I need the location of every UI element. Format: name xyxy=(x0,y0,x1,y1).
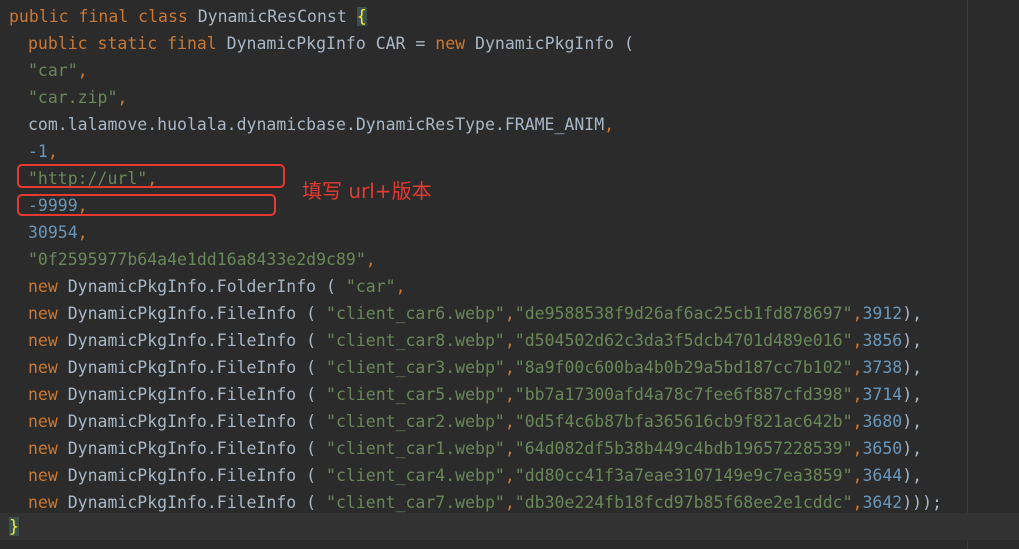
matching-brace-close: } xyxy=(9,517,19,536)
code-line-file-info[interactable]: new DynamicPkgInfo.FileInfo ( "client_ca… xyxy=(28,300,922,327)
current-line-highlight xyxy=(0,513,1019,540)
code-line-class-close[interactable]: } xyxy=(9,513,19,540)
code-line-arg-minus-one[interactable]: -1, xyxy=(28,138,58,165)
code-line-arg-size[interactable]: 30954, xyxy=(28,219,88,246)
code-line-arg-name[interactable]: "car", xyxy=(28,57,88,84)
code-line-file-info[interactable]: new DynamicPkgInfo.FileInfo ( "client_ca… xyxy=(28,354,922,381)
code-line-folder-info[interactable]: new DynamicPkgInfo.FolderInfo ( "car", xyxy=(28,273,406,300)
code-line-file-info[interactable]: new DynamicPkgInfo.FileInfo ( "client_ca… xyxy=(28,489,942,516)
code-line-file-info[interactable]: new DynamicPkgInfo.FileInfo ( "client_ca… xyxy=(28,462,922,489)
code-line-file-info[interactable]: new DynamicPkgInfo.FileInfo ( "client_ca… xyxy=(28,381,922,408)
code-line-arg-type[interactable]: com.lalamove.huolala.dynamicbase.Dynamic… xyxy=(28,111,614,138)
matching-brace-open: { xyxy=(356,7,367,26)
code-line-class-declaration[interactable]: public final class DynamicResConst { xyxy=(9,3,367,30)
url-highlight-box xyxy=(17,164,285,188)
code-line-arg-md5[interactable]: "0f2595977b64a4e1dd16a8433e2d9c89", xyxy=(28,246,376,273)
code-line-file-info[interactable]: new DynamicPkgInfo.FileInfo ( "client_ca… xyxy=(28,435,922,462)
code-line-arg-zip[interactable]: "car.zip", xyxy=(28,84,127,111)
code-line-file-info[interactable]: new DynamicPkgInfo.FileInfo ( "client_ca… xyxy=(28,327,922,354)
code-line-field-declaration[interactable]: public static final DynamicPkgInfo CAR =… xyxy=(28,30,634,57)
version-highlight-box xyxy=(17,194,276,216)
annotation-note: 填写 url+版本 xyxy=(302,179,432,203)
code-editor[interactable]: public final class DynamicResConst { pub… xyxy=(0,0,1019,549)
right-margin-guide xyxy=(967,0,968,549)
code-line-file-info[interactable]: new DynamicPkgInfo.FileInfo ( "client_ca… xyxy=(28,408,922,435)
